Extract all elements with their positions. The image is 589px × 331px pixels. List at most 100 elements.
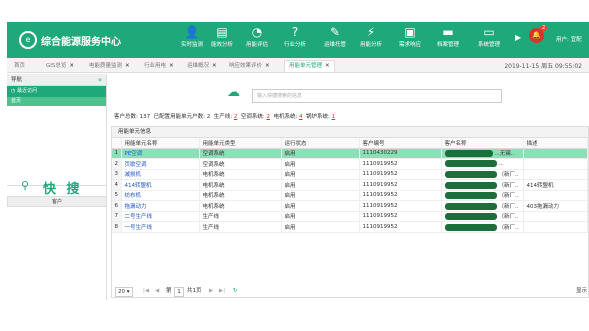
row-number: 2 (112, 158, 122, 170)
description-cell (523, 190, 588, 201)
stats-total-label: 客户总数: (114, 114, 138, 120)
nav-item-label: 系统管理 (477, 42, 500, 48)
chart-window-icon: ▤ (216, 25, 228, 39)
stats-boiler-link[interactable]: 1 (332, 114, 336, 120)
stats-configured-label: 已配置用能单元户数: (153, 114, 205, 120)
col-header-customer-no[interactable]: 客户编号 (359, 138, 442, 149)
table-row[interactable]: 1 PE空调 空调系统 启用 1110430229 ...无锡.. (112, 148, 588, 159)
tab-label: 响应效果评价 (229, 63, 263, 69)
nav-item-label: 需求响应 (398, 42, 421, 48)
customer-name-text: （新厂.. (498, 224, 519, 231)
status-cell: 启用 (281, 200, 360, 212)
last-page-icon[interactable]: ▶| (219, 285, 225, 297)
table-row[interactable]: 7 二号生产线 生产线 启用 1110919952 （新厂.. (112, 211, 588, 222)
sidebar-item-home[interactable]: 首页 (7, 97, 106, 106)
pager-info-text: 显示 (575, 288, 587, 294)
tab-1[interactable]: GIS总览 ✕ (46, 61, 74, 73)
nav-item-8[interactable]: ▭ 系统管理 (470, 24, 508, 56)
next-page-icon[interactable]: ▶ (209, 285, 213, 297)
sidebar-header: 导航 « (7, 74, 106, 86)
app-title: 综合能源服务中心 (41, 37, 121, 48)
pagination-bar: 20 ▾ |◀ ◀ 第 1 共1页 ▶ ▶| ↻ 显示 (111, 285, 589, 297)
row-number: 4 (112, 179, 122, 191)
customer-name-text: ...无锡.. (494, 151, 515, 158)
first-page-icon[interactable]: |◀ (143, 285, 149, 297)
page-number-input[interactable]: 1 (174, 287, 184, 297)
tab-0[interactable]: 首页 (14, 61, 25, 73)
table-row[interactable]: 6 拖漏动力 电机系统 启用 1110919952 （新厂.. 403拖漏动力 (112, 200, 588, 212)
stats-motor-link[interactable]: 4 (299, 114, 303, 120)
page-label-post: 共1页 (187, 288, 202, 294)
col-header-status[interactable]: 运行状态 (281, 138, 360, 149)
tab-2[interactable]: 电能质量监测 ✕ (89, 61, 130, 73)
recent-visits-label: 最近访问 (16, 88, 37, 94)
unit-name-link[interactable]: 拖漏动力 (121, 200, 200, 212)
gauge-icon: ◔ (251, 25, 263, 39)
nav-item-6[interactable]: ▣ 需求响应 (391, 24, 429, 56)
quick-search-input[interactable]: 输入快捷搜索的信息 (252, 89, 502, 103)
unit-name-link[interactable]: 页歇空调 (121, 158, 200, 170)
customer-name-text: （新厂.. (498, 172, 519, 179)
description-cell: 403拖漏动力 (523, 200, 588, 212)
notification-count-badge: 2 (540, 25, 548, 31)
table-row[interactable]: 8 一号生产线 生产线 启用 1110919952 （新厂.. (112, 221, 588, 233)
close-tab-icon[interactable]: ✕ (69, 63, 74, 69)
energy-unit-table: 用能单元名称 用能单元类型 运行状态 客户编号 客户名称 描述 1 PE空调 空调系… (112, 138, 588, 233)
user-label[interactable]: 用户: 宜配 (556, 35, 582, 43)
description-cell (523, 148, 588, 159)
question-icon: ? (291, 25, 299, 39)
nav-item-3[interactable]: ? 行业分析 (276, 24, 314, 56)
tab-5[interactable]: 响应效果评价 ✕ (229, 61, 270, 73)
nav-item-5[interactable]: ⚡ 用能分析 (352, 24, 390, 56)
stats-aircon-link[interactable]: 2 (266, 114, 270, 120)
table-row[interactable]: 4 414转盟机 电机系统 启用 1110919952 （新厂.. 414转盟机 (112, 179, 588, 191)
unit-name-link[interactable]: 414转盟机 (121, 179, 200, 191)
customer-no-cell: 1110919952 (359, 158, 442, 170)
customer-name-cell: （新厂.. (441, 190, 524, 201)
quick-search-icon: ⚲ (21, 179, 30, 192)
unit-name-link[interactable]: 纺布机 (121, 190, 200, 201)
close-tab-icon[interactable]: ✕ (325, 63, 330, 69)
play-icon[interactable]: ▶ (515, 33, 521, 42)
nav-item-label: 能效分析 (210, 42, 233, 48)
redacted-block (444, 202, 497, 210)
nav-item-4[interactable]: ✎ 运维托管 (316, 24, 354, 56)
redacted-block (444, 192, 497, 200)
stats-boiler-label: 锅炉系统: (306, 114, 330, 120)
row-number: 8 (112, 221, 122, 233)
panel-title: 用能单元信息 (112, 127, 588, 138)
nav-item-label: 运维托管 (323, 42, 346, 48)
archive-icon: ▬ (442, 25, 454, 39)
close-tab-icon[interactable]: ✕ (169, 63, 174, 69)
clock-icon: ◷ (11, 88, 16, 94)
customer-stats: 客户总数: 137 已配置用能单元户数: 2 生产线: 2 空调系统: 2 电机… (114, 112, 335, 120)
nav-item-2[interactable]: ◔ 用能评估 (238, 24, 276, 56)
stats-production-link[interactable]: 2 (234, 114, 238, 120)
nav-item-7[interactable]: ▬ 档案管理 (429, 24, 467, 56)
col-header-description[interactable]: 描述 (523, 138, 588, 149)
refresh-icon[interactable]: ↻ (233, 285, 238, 297)
close-tab-icon[interactable]: ✕ (125, 63, 130, 69)
unit-name-link[interactable]: 一号生产线 (121, 221, 200, 233)
table-row[interactable]: 2 页歇空调 空调系统 启用 1110919952... (112, 158, 588, 170)
tab-3[interactable]: 行业用电 ✕ (144, 61, 174, 73)
unit-name-link[interactable]: PE空调 (121, 148, 200, 159)
table-row[interactable]: 3 减损机 电机系统 启用 1110919952 （新厂.. (112, 169, 588, 180)
redacted-block (444, 160, 497, 168)
col-header-unit-type[interactable]: 用能单元类型 (199, 138, 282, 149)
page-size-select[interactable]: 20 ▾ (115, 287, 133, 297)
table-row[interactable]: 5 纺布机 电机系统 启用 1110919952 （新厂.. (112, 190, 588, 201)
close-tab-icon[interactable]: ✕ (265, 63, 270, 69)
unit-name-link[interactable]: 二号生产线 (121, 211, 200, 222)
prev-page-icon[interactable]: ◀ (155, 285, 159, 297)
tab-6[interactable]: 用能单元管理 ✕ (284, 60, 335, 72)
unit-name-link[interactable]: 减损机 (121, 169, 200, 180)
tab-4[interactable]: 运维概况 ✕ (187, 61, 217, 73)
status-cell: 启用 (281, 169, 360, 180)
nav-item-1[interactable]: ▤ 能效分析 (203, 24, 241, 56)
collapse-sidebar-icon[interactable]: « (98, 74, 102, 86)
col-header-unit-name[interactable]: 用能单元名称 (121, 138, 200, 149)
recent-visits-header[interactable]: ◷ 最近访问 (7, 86, 106, 97)
close-tab-icon[interactable]: ✕ (212, 63, 217, 69)
col-header-customer-name[interactable]: 客户名称 (441, 138, 524, 149)
